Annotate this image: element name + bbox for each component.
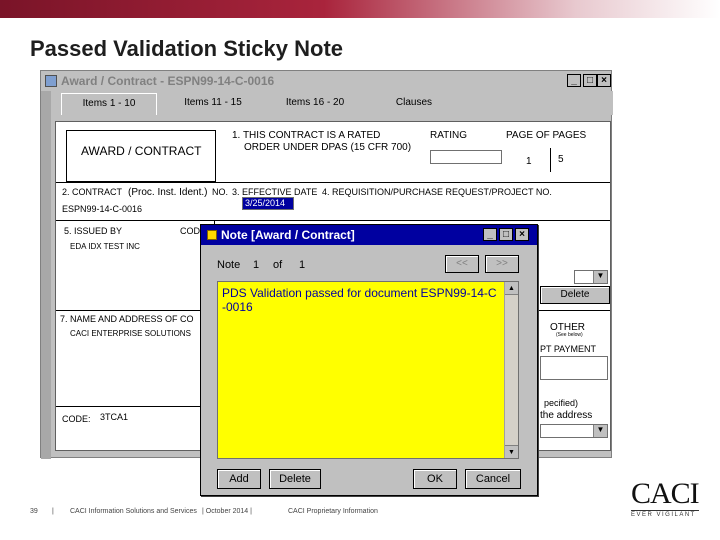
rated-label: 1. THIS CONTRACT IS A RATED [232, 130, 381, 141]
contract-label: 2. CONTRACT [62, 187, 123, 197]
minimize-button[interactable]: _ [567, 74, 581, 87]
logo-tagline: EVER VIGILANT [631, 510, 699, 518]
issued-by-label: 5. ISSUED BY [64, 226, 123, 236]
previous-note-button[interactable]: << [445, 255, 479, 273]
note-text-line-1: PDS Validation passed for document ESPN9… [222, 286, 497, 300]
cancel-button[interactable]: Cancel [465, 469, 521, 489]
row-divider-1 [56, 182, 610, 183]
footer-company: CACI Information Solutions and Services [70, 508, 197, 515]
rating-label: RATING [430, 130, 468, 141]
prompt-payment-label: PT PAYMENT [540, 344, 597, 354]
page-of-pages-label: PAGE OF PAGES [506, 130, 587, 141]
note-total: 1 [299, 259, 306, 271]
add-note-button[interactable]: Add [217, 469, 261, 489]
window-system-icon[interactable] [45, 75, 57, 87]
note-label: Note [217, 259, 241, 271]
note-minimize-button[interactable]: _ [483, 228, 497, 241]
window-title: Award / Contract - ESPN99-14-C-0016 [61, 74, 275, 88]
tab-items-11-15[interactable]: Items 11 - 15 [163, 93, 263, 115]
delete-note-button[interactable]: Delete [269, 469, 321, 489]
requisition-label: 4. REQUISITION/PURCHASE REQUEST/PROJECT … [322, 187, 552, 197]
delete-item-button[interactable]: Delete [540, 286, 610, 304]
footer-page-number: 39 [30, 508, 38, 515]
window-titlebar[interactable]: Award / Contract - ESPN99-14-C-0016 _ □ … [41, 71, 611, 91]
page-current: 1 [526, 156, 532, 167]
row-divider-4 [56, 406, 204, 407]
tab-items-16-20[interactable]: Items 16 - 20 [265, 93, 365, 115]
logo-word: CACI [631, 477, 700, 510]
scroll-up-icon[interactable]: ▲ [505, 282, 518, 295]
address-combo[interactable]: ▼ [540, 424, 608, 438]
award-title: AWARD / CONTRACT [81, 144, 202, 158]
note-of-label: of [273, 259, 283, 271]
dropdown-arrow-icon[interactable]: ▼ [593, 425, 607, 437]
issued-by-value: EDA IDX TEST INC [70, 242, 140, 251]
page-total: 5 [558, 154, 564, 165]
payment-field[interactable] [540, 356, 608, 380]
name-address-value: CACI ENTERPRISE SOLUTIONS [70, 329, 191, 338]
rating-field[interactable] [430, 150, 502, 164]
code-bottom-label: CODE: [62, 414, 91, 424]
close-button[interactable]: × [597, 74, 611, 87]
address-label: the address [540, 410, 593, 421]
issued-by-code-label: COD [180, 226, 200, 236]
note-text-area[interactable]: PDS Validation passed for document ESPN9… [217, 281, 519, 459]
see-below-label: (See below) [556, 332, 583, 338]
dpas-label: ORDER UNDER DPAS (15 CFR 700) [244, 142, 412, 153]
ok-button[interactable]: OK [413, 469, 457, 489]
note-titlebar[interactable]: Note [Award / Contract] _ □ × [201, 225, 537, 245]
tab-row: Items 1 - 10 Items 11 - 15 Items 16 - 20… [51, 91, 613, 115]
note-close-button[interactable]: × [515, 228, 529, 241]
tab-items-1-10[interactable]: Items 1 - 10 [61, 93, 157, 115]
specified-label: pecified) [544, 398, 579, 408]
scroll-down-icon[interactable]: ▼ [505, 445, 518, 458]
effective-date-label: 3. EFFECTIVE DATE [232, 187, 318, 197]
code-bottom-value: 3TCA1 [100, 412, 129, 422]
right-combo[interactable]: ▼ [574, 270, 608, 284]
dropdown-arrow-icon[interactable]: ▼ [593, 271, 607, 283]
note-text-line-2: -0016 [222, 300, 253, 314]
note-title: Note [Award / Contract] [221, 228, 355, 242]
next-note-button[interactable]: >> [485, 255, 519, 273]
brand-top-bar [0, 0, 720, 18]
contract-no: ESPN99-14-C-0016 [62, 204, 143, 214]
restore-button[interactable]: □ [583, 74, 597, 87]
effective-date-field[interactable]: 3/25/2014 [242, 197, 294, 210]
proc-label: (Proc. Inst. Ident.) [128, 187, 208, 198]
note-current: 1 [253, 259, 260, 271]
row-divider-2 [56, 220, 610, 221]
note-dialog: Note [Award / Contract] _ □ × Note 1 of … [200, 224, 538, 496]
tab-clauses[interactable]: Clauses [369, 93, 459, 115]
name-address-label: 7. NAME AND ADDRESS OF CO [60, 314, 194, 324]
slide-title: Passed Validation Sticky Note [30, 36, 344, 61]
note-scrollbar[interactable]: ▲ ▼ [504, 282, 518, 458]
no-label: NO. [212, 187, 229, 197]
note-icon [207, 230, 217, 240]
footer-separator: | [52, 508, 54, 515]
footer-proprietary: CACI Proprietary Information [288, 508, 378, 515]
note-restore-button[interactable]: □ [499, 228, 513, 241]
page-divider [550, 148, 551, 172]
note-content: PDS Validation passed for document ESPN9… [222, 286, 502, 314]
footer-date: | October 2014 | [202, 508, 252, 515]
window-left-strip [41, 91, 51, 459]
caci-logo: CACI EVER VIGILANT [631, 477, 700, 518]
